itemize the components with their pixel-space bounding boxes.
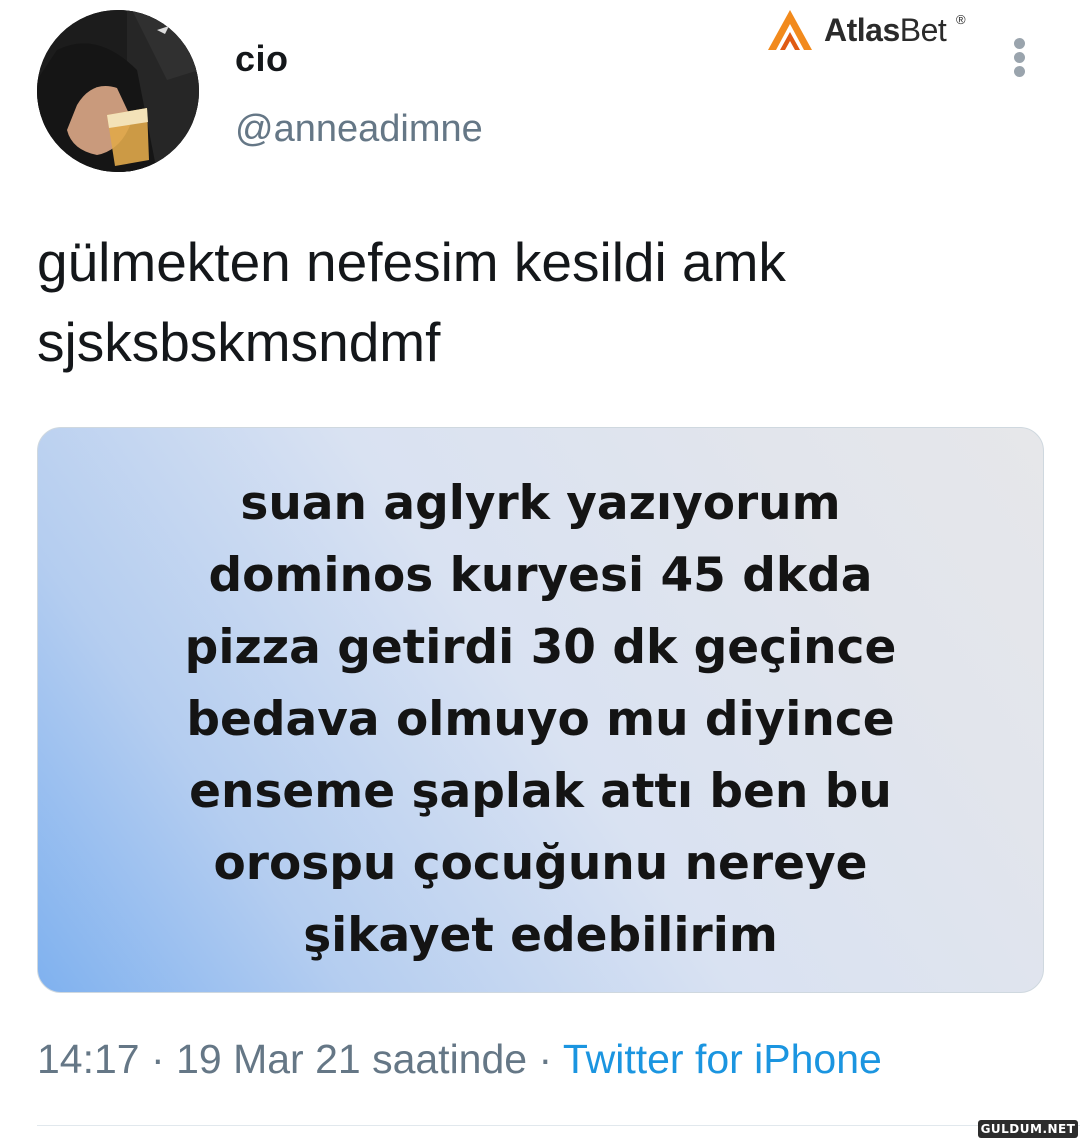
- media-text-line: şikayet edebilirim: [303, 908, 778, 963]
- tweet-text: gülmekten nefesim kesildi amk sjsksbskms…: [37, 222, 1037, 382]
- media-text-line: bedava olmuyo mu diyince: [186, 692, 895, 747]
- tweet-meta: 14:17 · 19 Mar 21 saatinde · Twitter for…: [37, 1036, 882, 1083]
- avatar[interactable]: [37, 10, 199, 172]
- meta-separator: ·: [151, 1036, 165, 1082]
- atlasbet-wordmark: AtlasBet: [824, 12, 947, 48]
- registered-mark: ®: [956, 12, 966, 27]
- media-text-line: orospu çocuğunu nereye: [213, 836, 868, 891]
- user-handle[interactable]: @anneadimne: [235, 108, 483, 151]
- media-text-line: enseme şaplak attı ben bu: [189, 764, 892, 819]
- media-text-line: pizza getirdi 30 dk geçince: [184, 620, 897, 675]
- media-text-line: dominos kuryesi 45 dkda: [208, 548, 873, 603]
- tweet-time[interactable]: 14:17: [37, 1036, 140, 1082]
- tweet-text-line: sjsksbskmsndmf: [37, 311, 441, 373]
- tweet-text-line: gülmekten nefesim kesildi amk: [37, 231, 786, 293]
- meta-separator: ·: [538, 1036, 553, 1082]
- vertical-ellipsis-icon[interactable]: [1007, 36, 1033, 80]
- tweet-source-link[interactable]: Twitter for iPhone: [563, 1036, 882, 1082]
- site-watermark: GULDUM.NET: [978, 1120, 1078, 1138]
- tweet-date[interactable]: 19 Mar 21 saatinde: [176, 1036, 527, 1082]
- tweet-media-image[interactable]: suan aglyrk yazıyorum dominos kuryesi 45…: [37, 427, 1044, 993]
- avatar-photo: [37, 10, 199, 172]
- media-text-line: suan aglyrk yazıyorum: [240, 476, 841, 531]
- divider: [37, 1125, 1080, 1126]
- media-text: suan aglyrk yazıyorum dominos kuryesi 45…: [38, 468, 1043, 972]
- display-name[interactable]: cio: [235, 38, 289, 80]
- atlasbet-logo-icon: [768, 10, 812, 50]
- atlasbet-logo: AtlasBet ®: [762, 4, 982, 56]
